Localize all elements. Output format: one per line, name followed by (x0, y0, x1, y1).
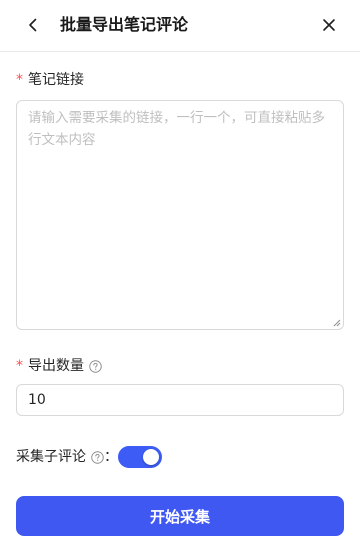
links-textarea-wrapper (16, 100, 344, 330)
links-label: * 笔记链接 (16, 70, 84, 90)
start-collect-button[interactable]: 开始采集 (16, 496, 344, 536)
required-mark: * (16, 72, 23, 88)
export-comments-panel: 批量导出笔记评论 * 笔记链接 * 导出数量 采集子评论 (0, 0, 360, 550)
resize-handle-icon[interactable] (331, 317, 341, 327)
close-button[interactable] (318, 14, 340, 36)
page-title: 批量导出笔记评论 (60, 15, 189, 34)
count-label-text: 导出数量 (28, 358, 84, 374)
close-icon (323, 19, 335, 31)
sub-comments-toggle[interactable] (118, 446, 162, 468)
chevron-left-icon (29, 18, 37, 32)
back-button[interactable] (22, 14, 44, 36)
header: 批量导出笔记评论 (0, 0, 360, 52)
sub-comments-colon: ： (104, 449, 118, 465)
sub-comments-label-text: 采集子评论 (16, 449, 86, 465)
required-mark: * (16, 358, 23, 374)
toggle-knob (143, 449, 159, 465)
links-label-text: 笔记链接 (28, 72, 84, 88)
question-circle-icon[interactable] (91, 450, 104, 464)
links-textarea[interactable] (17, 101, 343, 329)
count-input[interactable] (16, 384, 344, 416)
sub-comments-label: 采集子评论 ： (16, 447, 118, 467)
count-label: * 导出数量 (16, 356, 102, 376)
question-circle-icon[interactable] (89, 359, 102, 373)
